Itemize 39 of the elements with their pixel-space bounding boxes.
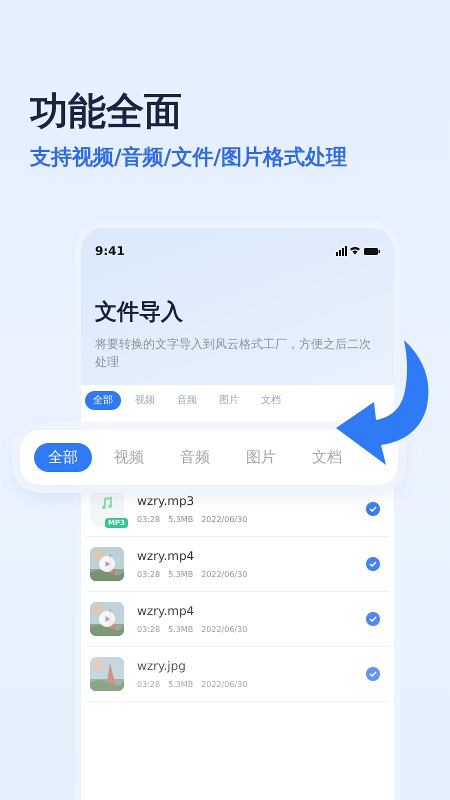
tab[interactable]: 文档	[298, 443, 356, 472]
tab[interactable]: 音频	[166, 443, 224, 472]
checkbox[interactable]	[366, 502, 380, 516]
page-title: 文件导入	[95, 299, 184, 327]
page-description: 将要转换的文字导入到风云格式工厂，方便之后二次处理	[95, 336, 372, 371]
file-name: wzry.mp3	[137, 493, 196, 510]
file-size: 5.3MB	[168, 514, 194, 526]
tab[interactable]: 全部	[85, 391, 121, 410]
tab[interactable]: 图片	[232, 443, 290, 472]
tab[interactable]: 视频	[127, 391, 163, 410]
file-name: wzry.mp4	[137, 603, 196, 620]
play-icon	[99, 611, 115, 627]
checkbox[interactable]	[366, 557, 380, 571]
file-date: 2022/06/30	[201, 679, 248, 691]
file-date: 2022/06/30	[201, 514, 248, 526]
status-time: 9:41	[95, 243, 125, 260]
music-note-icon	[99, 495, 115, 511]
file-size: 5.3MB	[168, 624, 194, 636]
tab[interactable]: 音频	[169, 391, 205, 410]
file-duration: 03:28	[137, 624, 160, 636]
file-duration: 03:28	[137, 679, 160, 691]
subheadline: 支持视频/音频/文件/图片格式处理	[30, 144, 348, 171]
file-date: 2022/06/30	[201, 569, 248, 581]
play-icon	[99, 556, 115, 572]
headline: 功能全面	[30, 88, 183, 134]
tab[interactable]: 视频	[100, 443, 158, 472]
checkbox[interactable]	[366, 612, 380, 626]
file-duration: 03:28	[137, 569, 160, 581]
file-name: wzry.mp4	[137, 548, 196, 565]
file-size: 5.3MB	[168, 679, 194, 691]
file-date: 2022/06/30	[201, 624, 248, 636]
tab[interactable]: 文档	[253, 391, 289, 410]
status-icons	[336, 246, 380, 256]
tab[interactable]: 全部	[34, 443, 92, 472]
checkbox[interactable]	[366, 667, 380, 681]
tab[interactable]: 图片	[211, 391, 247, 410]
file-duration: 03:28	[137, 514, 160, 526]
file-size: 5.3MB	[168, 569, 194, 581]
file-name: wzry.jpg	[137, 658, 187, 675]
